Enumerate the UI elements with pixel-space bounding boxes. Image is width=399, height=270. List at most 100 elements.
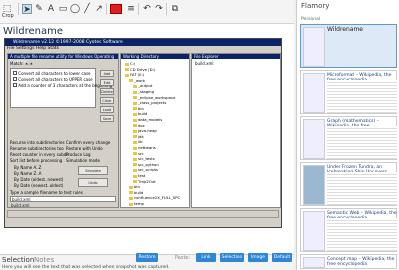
tree-node[interactable]: bin [129, 184, 140, 189]
snapshot-card[interactable]: Under Frozen Tundra, an Icebreaking Ship… [300, 162, 397, 206]
color-swatch[interactable] [110, 4, 122, 14]
folder-icon [133, 112, 137, 116]
sort-list-option[interactable]: Sort list before processing [10, 158, 62, 163]
selection-button[interactable]: Selection [220, 253, 244, 262]
rectangle-icon[interactable]: ▭ [58, 4, 68, 14]
copy-icon[interactable]: ⧉ [170, 4, 180, 14]
checkbox[interactable] [13, 83, 17, 87]
section-label: Personal [301, 17, 321, 22]
load-button[interactable]: Load [100, 106, 114, 113]
line-icon[interactable]: ╱ [82, 4, 92, 14]
tree-node[interactable]: src [133, 151, 144, 156]
tree-node[interactable]: src_python [133, 162, 159, 167]
sort-date-new[interactable]: By Date (newest..oldest) [14, 183, 63, 188]
rule-item[interactable]: Convert all characters to UPPER case [13, 77, 93, 82]
tab-selection[interactable]: Selection [2, 256, 34, 264]
crop-label[interactable]: Crop [2, 13, 14, 19]
rename-subdirs-option[interactable]: Rename subdirectories too [10, 146, 64, 151]
tree-node-label: src_python [138, 161, 159, 167]
produce-log-option[interactable]: Produce Log [66, 152, 91, 157]
test-input[interactable]: build.xml [10, 196, 116, 202]
text-tool-icon[interactable]: A [46, 4, 56, 14]
snapshot-card[interactable]: Semantic Web – Wikipedia, the free encyc… [300, 208, 397, 252]
tree-node[interactable]: _eclipse_workspace [133, 95, 175, 100]
edit-button[interactable]: Edit [100, 79, 114, 86]
tree-node-label: src_scripts [138, 167, 159, 173]
rule-item[interactable]: Convert all characters to lower case [13, 71, 91, 76]
tree-node[interactable]: _work [129, 78, 145, 83]
tree-node[interactable]: FAT (E:) [125, 72, 144, 77]
tree-node[interactable]: bin [133, 106, 144, 111]
ellipse-icon[interactable]: ◯ [70, 4, 80, 14]
undo-icon[interactable]: ↶ [142, 4, 152, 14]
tree-node[interactable]: src_scripts [133, 167, 158, 172]
simulation-mode-option[interactable]: Simulation mode [66, 158, 100, 163]
tree-node[interactable]: test [133, 173, 145, 178]
recurse-option[interactable]: Recurse into subdirectories [10, 140, 65, 145]
pen-icon[interactable]: ✎ [34, 4, 44, 14]
rules-list[interactable]: Convert all characters to lower case Con… [10, 68, 112, 108]
tree-node[interactable]: java-heap [133, 128, 157, 133]
line-width-icon[interactable]: ≡ [126, 4, 136, 14]
save-button[interactable]: Save [100, 115, 114, 122]
file-item[interactable]: build.xml [195, 61, 213, 66]
tree-node[interactable]: jdk [133, 134, 144, 139]
pointer-icon[interactable]: ➤ [22, 4, 32, 15]
delete-button[interactable]: Delete [100, 88, 114, 95]
link-button[interactable]: Link [196, 253, 216, 262]
clear-button[interactable]: Clear [100, 97, 114, 104]
tree-node[interactable]: _output [133, 83, 152, 88]
restore-button[interactable]: Restore [136, 253, 158, 262]
tree-node-label: bin [138, 105, 144, 111]
checkbox[interactable] [13, 77, 17, 81]
tree-node-label: _output [138, 83, 153, 89]
directory-tree-pane: Working Directory C:\ CD Drive (D:) FAT (E… [120, 53, 190, 208]
confirm-option[interactable]: Confirm every change [66, 140, 110, 145]
image-button[interactable]: Image [248, 253, 268, 262]
default-button[interactable]: Default [272, 253, 292, 262]
undo-button[interactable]: Undo [78, 178, 108, 187]
sort-name-za[interactable]: By Name Z..A [14, 171, 41, 176]
tree-node[interactable]: src_tests [133, 156, 155, 161]
tree-node[interactable]: lib [133, 139, 143, 144]
tree-node[interactable]: C:\ [125, 61, 135, 66]
snapshot-card[interactable]: Wildrename [300, 24, 397, 68]
sort-name-az[interactable]: By Name A..Z [14, 165, 41, 170]
tree-node[interactable]: _staging [133, 89, 154, 94]
tree-node-label: doc [138, 122, 145, 128]
tree-node-label: data_models [138, 117, 163, 122]
tree-node[interactable]: temp [129, 201, 144, 206]
tree-node-label: CD Drive (D:) [130, 66, 156, 72]
tree-node[interactable]: CD Drive (D:) [125, 67, 155, 72]
reset-counter-option[interactable]: Reset counter in every subdir [10, 152, 69, 157]
folder-icon [129, 191, 133, 195]
tab-notes[interactable]: Notes [34, 256, 54, 264]
tree-node-label: build [134, 189, 144, 195]
restore-undo-option[interactable]: Restore with Undo [66, 146, 103, 151]
folder-icon [133, 90, 137, 94]
tree-node-label: _work [134, 77, 146, 83]
simulate-button[interactable]: Simulate [78, 166, 108, 175]
tree-node[interactable]: Tmp2Out [133, 179, 156, 184]
tree-node[interactable]: build [129, 190, 143, 195]
divider [106, 3, 107, 15]
folder-icon [133, 135, 137, 139]
sort-date-old[interactable]: By Date (oldest..newest) [14, 177, 63, 182]
snapshot-card[interactable]: Microformat – Wikipedia, the free encycl… [300, 70, 397, 114]
tree-node[interactable]: _class_projects [133, 100, 166, 105]
rule-item[interactable]: Add a counter of 3 characters at the beg… [13, 83, 112, 88]
tree-node-label: build [138, 111, 148, 117]
snapshot-card[interactable]: Graph (mathematics) – Wikipedia, the fre… [300, 116, 397, 160]
redo-icon[interactable]: ↷ [154, 4, 164, 14]
tree-node[interactable]: netbeans [133, 145, 156, 150]
tree-node[interactable]: confluence2X_FULL_SPC [129, 195, 180, 200]
checkbox[interactable] [13, 71, 17, 75]
snapshot-card[interactable]: Concept map – Wikipedia, the free encycl… [300, 254, 397, 269]
tree-node[interactable]: data_models [133, 117, 162, 122]
folder-icon [133, 129, 137, 133]
add-button[interactable]: Add [100, 70, 114, 77]
arrow-icon[interactable]: ↗ [94, 4, 104, 14]
tree-node[interactable]: build [133, 111, 147, 116]
tree-node[interactable]: doc [133, 123, 145, 128]
snapshot-title[interactable]: Wildrename [3, 26, 63, 37]
